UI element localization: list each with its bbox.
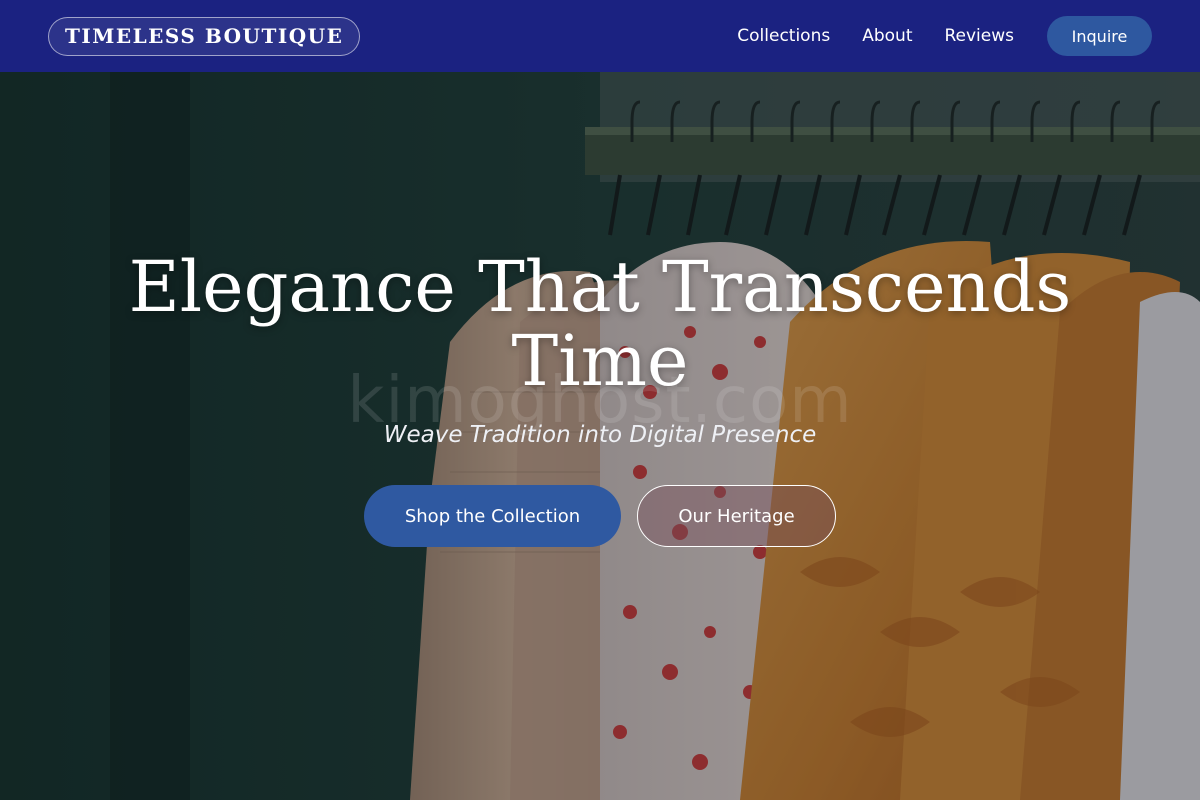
nav-link-reviews[interactable]: Reviews [944, 26, 1014, 46]
nav-links: Collections About Reviews [737, 26, 1014, 46]
top-nav: TIMELESS BOUTIQUE Collections About Revi… [0, 0, 1200, 72]
nav-link-about[interactable]: About [862, 26, 912, 46]
shop-collection-button[interactable]: Shop the Collection [364, 485, 621, 547]
nav-link-collections[interactable]: Collections [737, 26, 830, 46]
hero-section: kimoghost.com Elegance That Transcends T… [0, 72, 1200, 800]
inquire-button[interactable]: Inquire [1047, 16, 1152, 56]
hero-headline: Elegance That Transcends Time [128, 246, 1072, 402]
our-heritage-button[interactable]: Our Heritage [637, 485, 836, 547]
brand-logo[interactable]: TIMELESS BOUTIQUE [48, 16, 361, 56]
hero-tagline: Weave Tradition into Digital Presence [383, 422, 817, 448]
